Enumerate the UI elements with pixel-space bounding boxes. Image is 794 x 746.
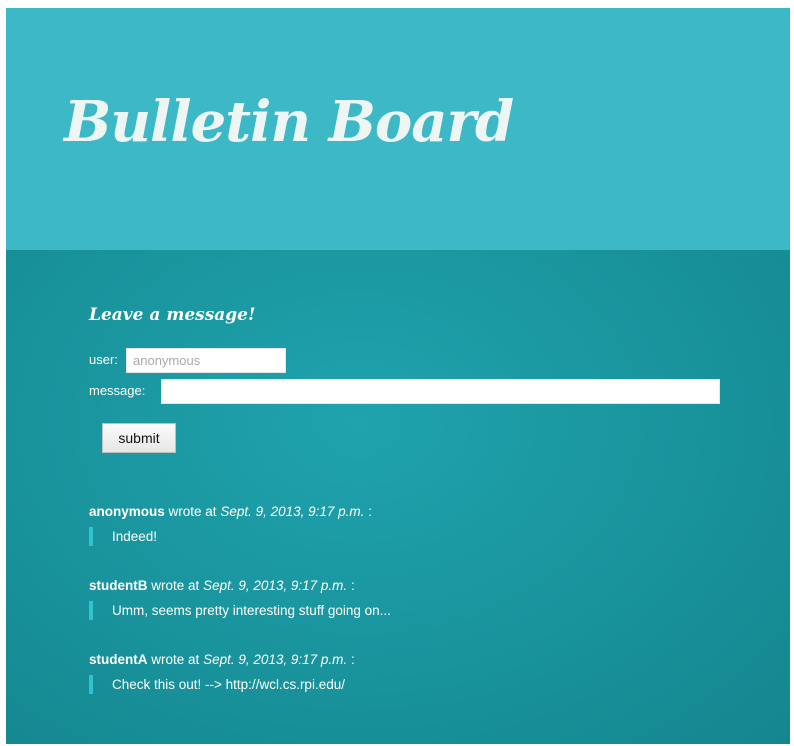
message-body: Umm, seems pretty interesting stuff goin…	[89, 601, 729, 620]
message-timestamp: Sept. 9, 2013, 9:17 p.m.	[220, 504, 365, 519]
header-colon: :	[368, 504, 372, 519]
message-label: message:	[89, 383, 146, 398]
message-input[interactable]	[161, 379, 720, 404]
main-content: Leave a message! user: message: submit a…	[6, 250, 790, 744]
message-author: studentB	[89, 578, 148, 593]
message-header: studentB wrote at Sept. 9, 2013, 9:17 p.…	[89, 577, 729, 595]
wrote-at-text: wrote at	[151, 578, 200, 593]
header-colon: :	[350, 578, 355, 593]
form-heading: Leave a message!	[89, 305, 256, 325]
message-author: anonymous	[89, 504, 165, 519]
message-list: anonymous wrote at Sept. 9, 2013, 9:17 p…	[89, 503, 729, 725]
message-timestamp: Sept. 9, 2013, 9:17 p.m.	[203, 652, 348, 667]
wrote-at-text: wrote at	[151, 652, 200, 667]
user-label: user:	[89, 352, 118, 367]
submit-button[interactable]: submit	[102, 423, 176, 453]
wrote-at-text: wrote at	[168, 504, 217, 519]
page-frame: Bulletin Board Leave a message! user: me…	[6, 8, 790, 744]
message-item: studentA wrote at Sept. 9, 2013, 9:17 p.…	[89, 651, 729, 725]
message-timestamp: Sept. 9, 2013, 9:17 p.m.	[203, 578, 348, 593]
message-item: studentB wrote at Sept. 9, 2013, 9:17 p.…	[89, 577, 729, 651]
message-header: anonymous wrote at Sept. 9, 2013, 9:17 p…	[89, 503, 729, 521]
message-body: Check this out! --> http://wcl.cs.rpi.ed…	[89, 675, 729, 694]
site-title: Bulletin Board	[64, 89, 514, 155]
user-input[interactable]	[126, 348, 286, 373]
message-header: studentA wrote at Sept. 9, 2013, 9:17 p.…	[89, 651, 729, 669]
message-item: anonymous wrote at Sept. 9, 2013, 9:17 p…	[89, 503, 729, 577]
message-body: Indeed!	[89, 527, 729, 546]
site-header: Bulletin Board	[6, 8, 790, 250]
header-colon: :	[350, 652, 355, 667]
message-author: studentA	[89, 652, 148, 667]
